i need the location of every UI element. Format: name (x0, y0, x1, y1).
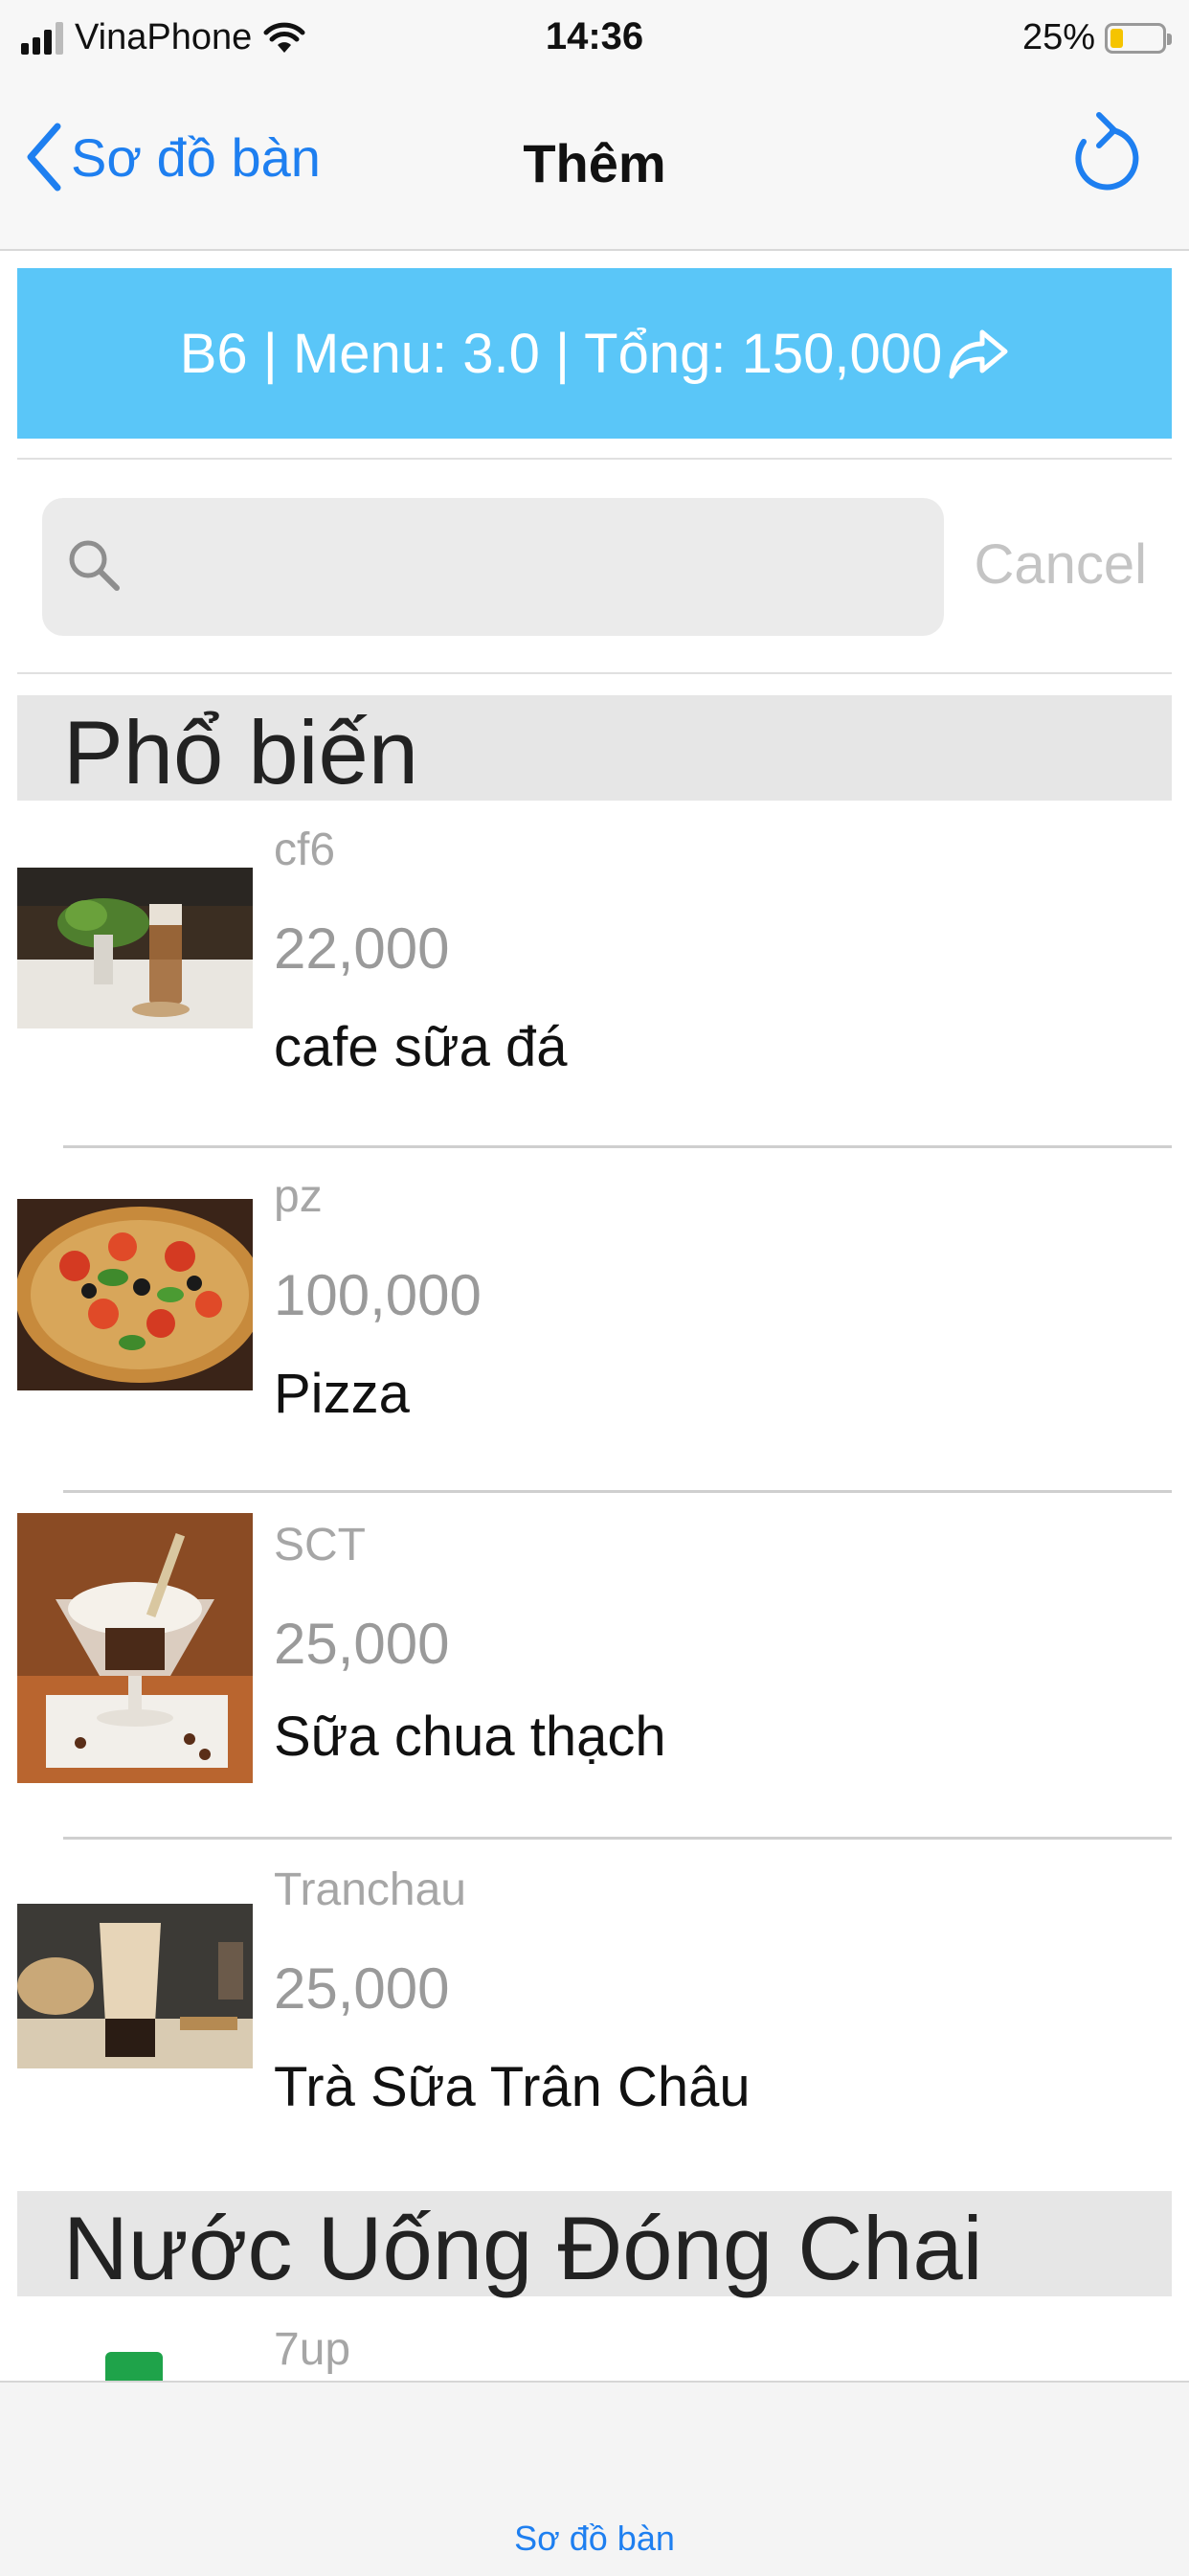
menu-item-image (17, 1904, 253, 2068)
menu-item-tra-sua-tran-chau[interactable]: Tranchau 25,000 Trà Sữa Trân Châu (0, 1864, 1189, 2180)
menu-item-price: 100,000 (274, 1263, 482, 1327)
search-bar[interactable] (42, 498, 944, 636)
search-input[interactable] (138, 527, 927, 609)
refresh-icon (1075, 112, 1139, 191)
menu-item-cafe-sua-da[interactable]: cf6 22,000 cafe sữa đá (0, 824, 1189, 1140)
divider (63, 1490, 1172, 1493)
menu-item-sua-chua-thach[interactable]: SCT 25,000 Sữa chua thạch (0, 1513, 1189, 1829)
battery-percent: 25% (1021, 17, 1095, 57)
divider (17, 458, 1172, 460)
cancel-button[interactable]: Cancel (974, 532, 1147, 597)
status-right: 25% (1021, 17, 1172, 58)
menu-item-image (17, 1199, 253, 1390)
status-bar: VinaPhone 14:36 25% (0, 0, 1189, 80)
menu-item-name: Trà Sữa Trân Châu (274, 2056, 751, 2118)
refresh-button[interactable] (1063, 109, 1143, 201)
menu-item-image (17, 1513, 253, 1783)
section-title: Nước Uống Đóng Chai (63, 2198, 983, 2298)
menu-item-image (17, 2352, 253, 2381)
menu-item-price: 25,000 (274, 1956, 450, 2021)
share-arrow-icon (949, 329, 1008, 379)
divider (63, 1145, 1172, 1148)
menu-item-name: Sữa chua thạch (274, 1706, 666, 1768)
tab-bar: Sơ đồ bàn (0, 2381, 1189, 2576)
menu-item-image (17, 868, 253, 1028)
menu-item-code: SCT (274, 1520, 366, 1570)
menu-item-code: cf6 (274, 825, 336, 875)
menu-item-pizza[interactable]: pz 100,000 Pizza (0, 1170, 1189, 1486)
search-icon (69, 540, 120, 591)
tab-table-map[interactable]: Sơ đồ bàn (0, 2519, 1189, 2559)
menu-item-price: 22,000 (274, 916, 450, 981)
menu-item-price: 25,000 (274, 1612, 450, 1676)
divider (17, 672, 1172, 674)
battery-fill (1110, 28, 1123, 48)
navigation-bar: Sơ đồ bàn Thêm (0, 80, 1189, 251)
order-summary-text: B6 | Menu: 3.0 | Tổng: 150,000 (179, 322, 943, 385)
menu-item-code: Tranchau (274, 1864, 466, 1915)
section-header-popular: Phổ biến (17, 695, 1172, 802)
menu-item-name: Pizza (274, 1363, 410, 1425)
order-summary-banner[interactable]: B6 | Menu: 3.0 | Tổng: 150,000 (17, 268, 1172, 439)
status-time: 14:36 (545, 15, 644, 57)
battery-icon (1105, 22, 1172, 54)
divider (63, 1837, 1172, 1840)
menu-item-name: cafe sữa đá (274, 1016, 568, 1078)
menu-item-7up[interactable]: 7up (0, 2317, 1189, 2381)
menu-item-code: pz (274, 1171, 323, 1222)
section-header-bottled-drinks: Nước Uống Đóng Chai (17, 2191, 1172, 2298)
menu-item-code: 7up (274, 2324, 351, 2375)
page-title: Thêm (523, 133, 666, 193)
section-title: Phổ biến (63, 702, 419, 802)
